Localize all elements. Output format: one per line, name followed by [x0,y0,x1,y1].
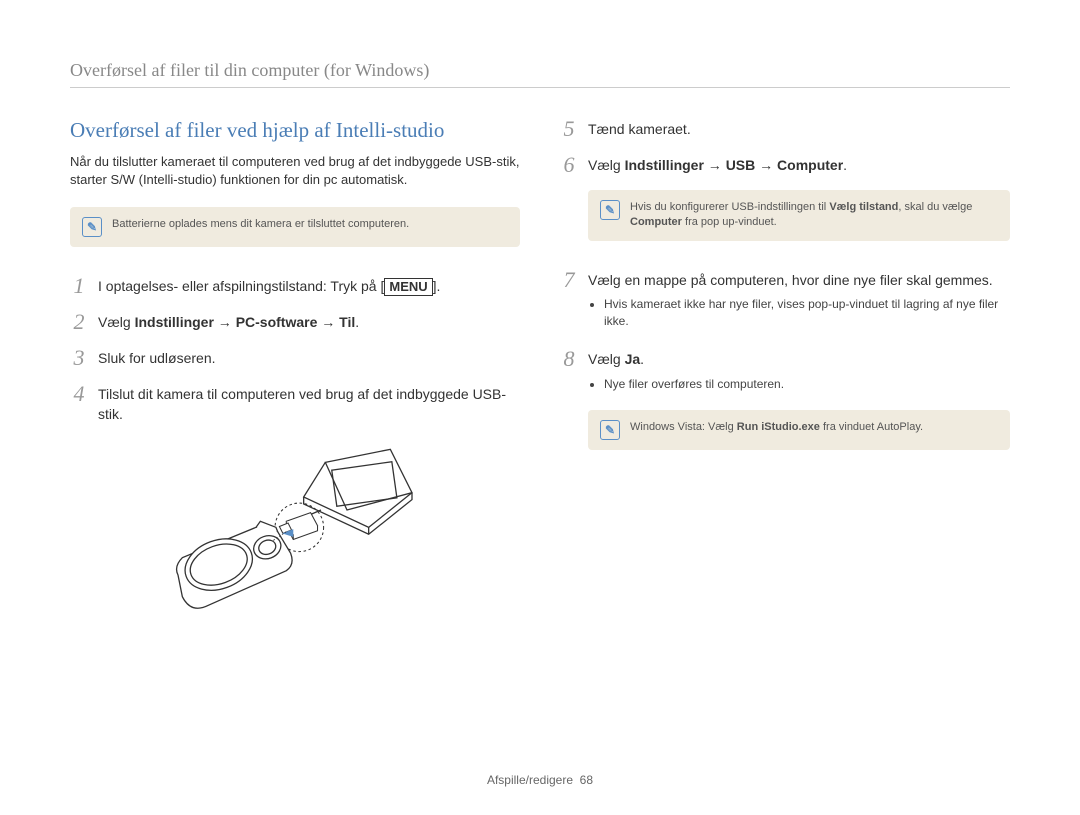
step-text-bold: Ja [625,351,641,367]
step-4: 4 Tilslut dit kamera til computeren ved … [70,383,520,424]
manual-page: Overførsel af filer til din computer (fo… [0,0,1080,815]
step-number: 2 [70,311,88,333]
step-text-fragment: ]. [433,278,441,294]
footer-section: Afspille/redigere [487,773,573,787]
illustration-svg [165,445,425,618]
step-text-fragment: Vælg [98,314,135,330]
menu-button-label: MENU [384,278,432,296]
step-6: 6 Vælg Indstillinger → USB → Computer. [560,154,1010,176]
step-number: 1 [70,275,88,297]
pencil-icon: ✎ [82,217,102,237]
note-box-left: ✎ Batterierne oplades mens dit kamera er… [70,207,520,247]
step-bullet-list: Nye filer overføres til computeren. [588,376,784,393]
page-header: Overførsel af filer til din computer (fo… [70,60,1010,88]
step-text-bold: Indstillinger → PC-software → Til [135,314,356,330]
note-bold: Vælg tilstand [829,201,898,213]
step-text: I optagelses- eller afspilningstilstand:… [98,275,440,297]
note-fragment: Hvis du konfigurerer USB-indstillingen t… [630,201,829,213]
bullet-item: Hvis kameraet ikke har nye filer, vises … [604,296,1010,330]
note-fragment: fra pop up-vinduet. [682,216,777,228]
step-3: 3 Sluk for udløseren. [70,347,520,369]
content-columns: Overførsel af filer ved hjælp af Intelli… [70,118,1010,623]
note-text: Batterierne oplades mens dit kamera er t… [112,217,409,232]
step-number: 6 [560,154,578,176]
step-text: Sluk for udløseren. [98,347,216,369]
note-fragment: fra vinduet AutoPlay. [820,421,923,433]
note-bold: Computer [630,216,682,228]
step-1: 1 I optagelses- eller afspilningstilstan… [70,275,520,297]
camera-laptop-illustration [70,445,520,623]
step-5: 5 Tænd kameraet. [560,118,1010,140]
note-box-right-1: ✎ Hvis du konfigurerer USB-indstillingen… [588,190,1010,241]
note-box-right-2: ✎ Windows Vista: Vælg Run iStudio.exe fr… [588,410,1010,450]
step-text-bold: Indstillinger → USB → Computer [625,157,844,173]
step-8: 8 Vælg Ja. Nye filer overføres til compu… [560,348,1010,396]
step-text: Vælg Indstillinger → USB → Computer. [588,154,847,176]
intro-paragraph: Når du tilslutter kameraet til computere… [70,153,520,189]
step-number: 8 [560,348,578,370]
right-column: 5 Tænd kameraet. 6 Vælg Indstillinger → … [560,118,1010,623]
left-column: Overførsel af filer ved hjælp af Intelli… [70,118,520,623]
step-text-fragment: I optagelses- eller afspilningstilstand:… [98,278,384,294]
note-text: Hvis du konfigurerer USB-indstillingen t… [630,200,998,231]
step-number: 3 [70,347,88,369]
bullet-item: Nye filer overføres til computeren. [604,376,784,393]
step-bullet-list: Hvis kameraet ikke har nye filer, vises … [588,296,1010,330]
step-text-fragment: Vælg en mappe på computeren, hvor dine n… [588,272,993,288]
step-number: 4 [70,383,88,405]
step-text: Vælg Ja. Nye filer overføres til compute… [588,348,784,396]
note-text: Windows Vista: Vælg Run iStudio.exe fra … [630,420,923,435]
note-bold: Run iStudio.exe [737,421,820,433]
step-text: Tænd kameraet. [588,118,691,140]
step-text: Vælg Indstillinger → PC-software → Til. [98,311,359,333]
step-text: Tilslut dit kamera til computeren ved br… [98,383,520,424]
step-2: 2 Vælg Indstillinger → PC-software → Til… [70,311,520,333]
step-number: 5 [560,118,578,140]
pencil-icon: ✎ [600,200,620,220]
step-7: 7 Vælg en mappe på computeren, hvor dine… [560,269,1010,334]
page-number: 68 [580,773,593,787]
step-text-fragment: . [640,351,644,367]
section-title: Overførsel af filer ved hjælp af Intelli… [70,118,520,143]
step-text-fragment: Vælg [588,157,625,173]
step-text-fragment: Vælg [588,351,625,367]
pencil-icon: ✎ [600,420,620,440]
note-fragment: , skal du vælge [898,201,972,213]
step-text: Vælg en mappe på computeren, hvor dine n… [588,269,1010,334]
note-fragment: Windows Vista: Vælg [630,421,737,433]
page-footer: Afspille/redigere 68 [0,773,1080,787]
step-number: 7 [560,269,578,291]
step-text-fragment: . [355,314,359,330]
step-text-fragment: . [843,157,847,173]
